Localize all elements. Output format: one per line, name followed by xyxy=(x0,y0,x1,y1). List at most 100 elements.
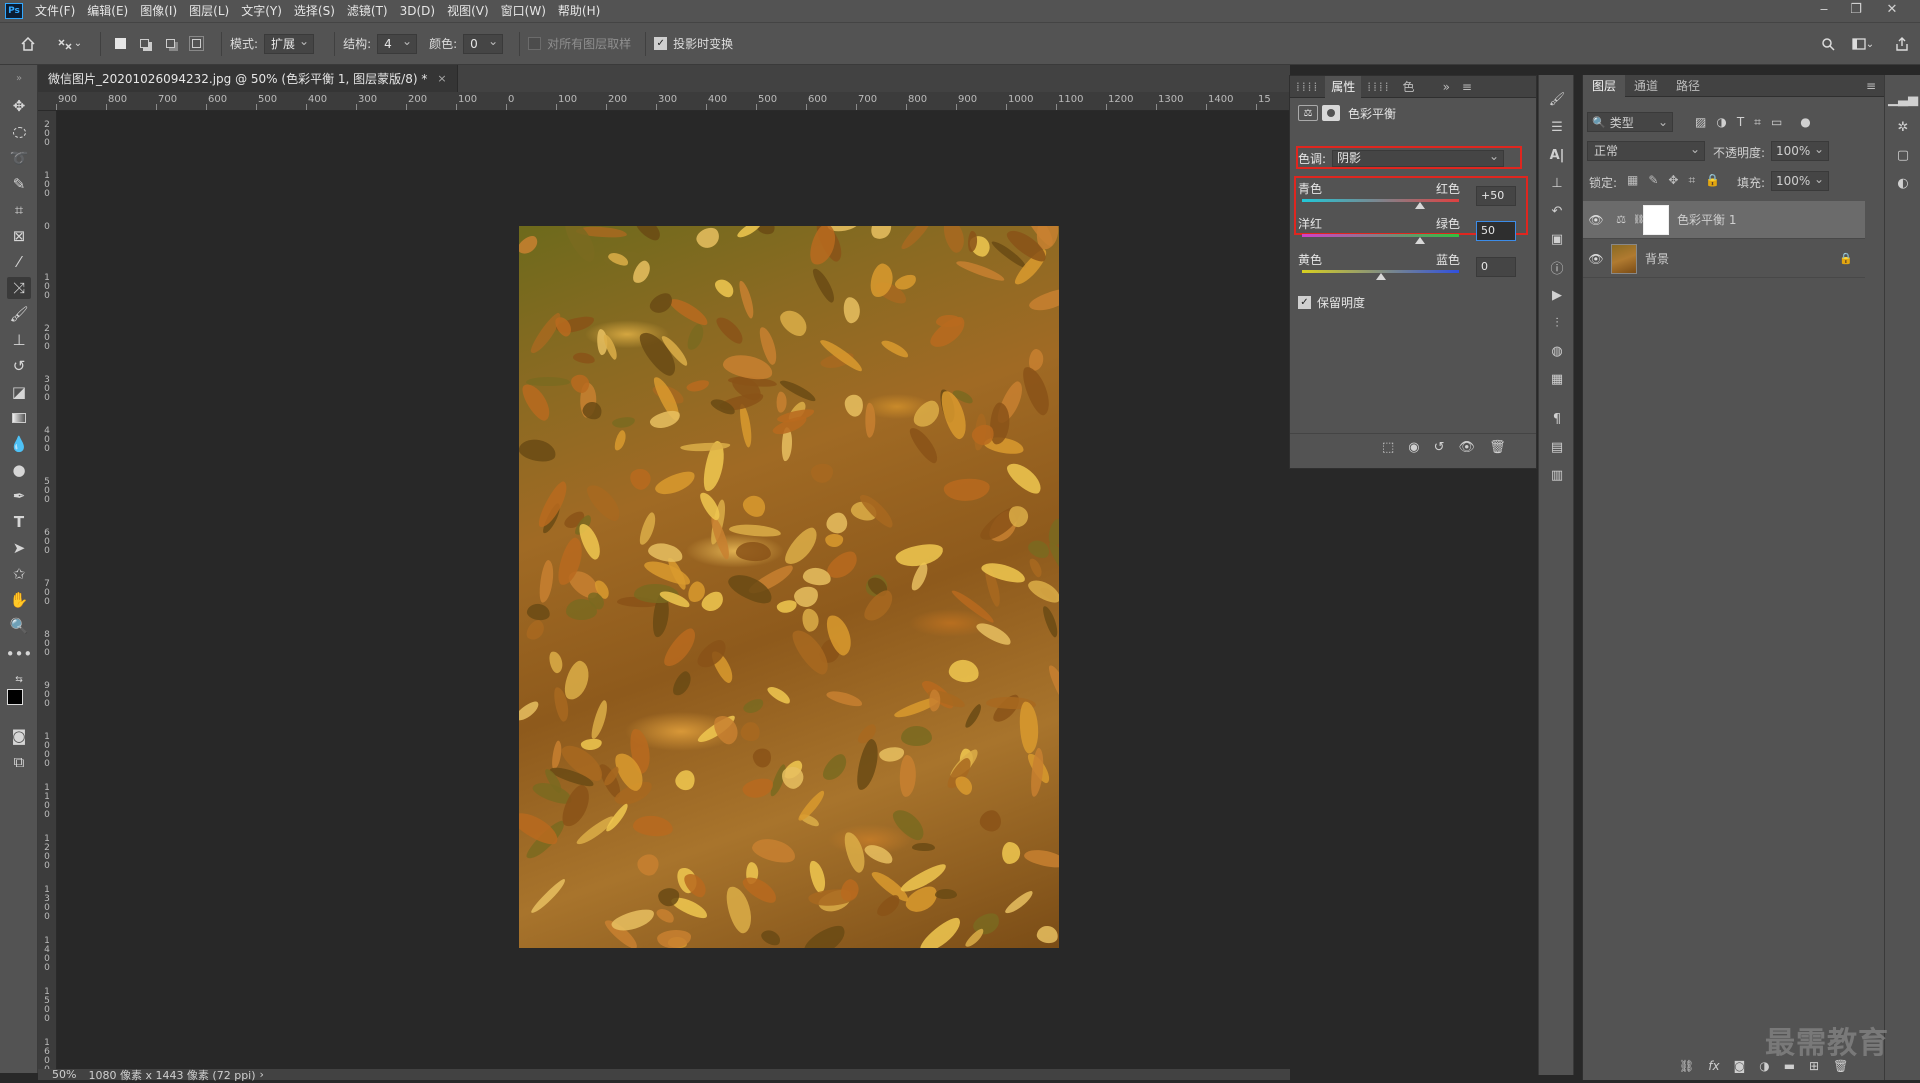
link-layers-icon[interactable]: ⛓ xyxy=(1679,1059,1694,1073)
lock-transparency-icon[interactable]: ▦ xyxy=(1627,173,1638,188)
libraries-icon[interactable]: ▣ xyxy=(1547,229,1567,249)
blend-mode-select[interactable]: 正常 ⌄ xyxy=(1587,141,1705,161)
lock-all-icon[interactable]: 🔒 xyxy=(1705,173,1720,188)
tab-layers[interactable]: 图层 xyxy=(1583,74,1626,97)
cyan-red-slider-track[interactable] xyxy=(1302,199,1459,202)
tab-properties[interactable]: 属性 xyxy=(1325,75,1362,98)
filter-toggle-icon[interactable]: ● xyxy=(1800,115,1810,130)
layer-name[interactable]: 色彩平衡 1 xyxy=(1677,211,1736,228)
menu-file[interactable]: 文件(F) xyxy=(29,0,81,22)
menu-3d[interactable]: 3D(D) xyxy=(394,0,441,22)
view-previous-icon[interactable]: ◉ xyxy=(1408,440,1419,455)
add-mask-icon[interactable]: ◙ xyxy=(1734,1059,1746,1073)
minimize-icon[interactable]: ‒ xyxy=(1810,0,1838,22)
collapsed-tabs-right-icon[interactable]: ⁞⁞⁞⁞ xyxy=(1361,76,1396,98)
eyedropper-tool-icon[interactable]: ⁄ xyxy=(7,251,31,273)
menu-layer[interactable]: 图层(L) xyxy=(183,0,235,22)
share-icon[interactable] xyxy=(1890,31,1914,57)
zoom-tool-icon[interactable]: 🔍 xyxy=(7,615,31,637)
layer-row-color-balance[interactable]: 👁 ⚖ ⛓ 色彩平衡 1 xyxy=(1583,201,1865,239)
zoom-level[interactable]: 50% xyxy=(52,1068,76,1081)
history-icon[interactable]: ↶ xyxy=(1547,201,1567,221)
layer-style-icon[interactable]: fx xyxy=(1708,1059,1719,1073)
clone-source-icon[interactable]: ⊥ xyxy=(1547,173,1567,193)
link-chain-icon[interactable]: ⛓ xyxy=(1633,215,1644,225)
quick-selection-tool-icon[interactable]: ✎ xyxy=(7,173,31,195)
preserve-luminosity-checkbox[interactable]: ✓ xyxy=(1298,296,1311,309)
lock-artboard-icon[interactable]: ⌗ xyxy=(1688,173,1695,188)
lock-position-icon[interactable]: ✥ xyxy=(1668,173,1678,188)
content-aware-move-tool-preset-icon[interactable]: ⌄ xyxy=(48,31,92,57)
paragraph-icon[interactable]: ¶ xyxy=(1547,409,1567,429)
paragraph-styles-icon[interactable]: ▤ xyxy=(1547,437,1567,457)
table-icon[interactable]: ▦ xyxy=(1547,369,1567,389)
document-canvas[interactable] xyxy=(57,111,1290,1069)
dodge-tool-icon[interactable]: ● xyxy=(7,459,31,481)
menu-filter[interactable]: 滤镜(T) xyxy=(341,0,394,22)
info-icon[interactable]: ⓘ xyxy=(1547,257,1567,277)
menu-help[interactable]: 帮助(H) xyxy=(552,0,606,22)
visibility-eye-icon[interactable]: 👁 xyxy=(1583,213,1609,227)
expand-panels-icon[interactable]: » xyxy=(1437,76,1456,98)
panel-menu-icon[interactable]: ≡ xyxy=(1456,76,1478,98)
quick-mask-icon[interactable]: ◙ xyxy=(7,725,31,747)
mode-select[interactable]: 扩展 xyxy=(264,32,315,54)
tone-select[interactable]: 阴影 ⌄ xyxy=(1332,149,1505,167)
workspace-icon[interactable]: ⌄ xyxy=(1848,31,1878,57)
filter-pixel-icon[interactable]: ▨ xyxy=(1695,115,1706,130)
tab-color[interactable]: 色 xyxy=(1397,76,1421,98)
layer-filter-select[interactable]: 🔍 类型 ⌄ xyxy=(1587,112,1673,132)
adjustments-icon[interactable]: ☰ xyxy=(1547,117,1567,137)
menu-window[interactable]: 窗口(W) xyxy=(495,0,552,22)
close-window-icon[interactable]: ✕ xyxy=(1878,0,1906,22)
opacity-input[interactable]: 100% ⌄ xyxy=(1771,141,1829,161)
brush-settings-icon[interactable]: 🖌 xyxy=(1547,89,1567,109)
menu-image[interactable]: 图像(I) xyxy=(134,0,183,22)
frame-tool-icon[interactable]: ⊠ xyxy=(7,225,31,247)
menu-edit[interactable]: 编辑(E) xyxy=(81,0,134,22)
color-wheel-icon[interactable]: ◐ xyxy=(1893,173,1913,193)
swatches-icon[interactable]: ▢ xyxy=(1893,145,1913,165)
magenta-green-slider-track[interactable] xyxy=(1302,234,1459,237)
add-to-selection-icon[interactable] xyxy=(131,31,157,57)
collapsed-tabs-left-icon[interactable]: ⁞⁞⁞⁞ xyxy=(1290,76,1325,98)
foreground-color-swatch[interactable] xyxy=(7,689,23,705)
sample-all-layers-checkbox[interactable] xyxy=(528,37,542,50)
gradient-tool-icon[interactable] xyxy=(7,407,31,429)
reset-icon[interactable]: ↺ xyxy=(1434,440,1445,455)
new-selection-icon[interactable] xyxy=(109,31,131,57)
lock-pixels-icon[interactable]: ✎ xyxy=(1648,173,1658,188)
path-selection-tool-icon[interactable]: ➤ xyxy=(7,537,31,559)
status-menu-icon[interactable]: › xyxy=(260,1068,264,1081)
content-aware-move-tool-icon[interactable]: ⤨ xyxy=(7,277,31,299)
leaves-photo[interactable] xyxy=(519,226,1059,948)
crop-tool-icon[interactable]: ⌗ xyxy=(7,199,31,221)
delete-adjustment-icon[interactable]: 🗑 xyxy=(1489,440,1506,455)
visibility-toggle-icon[interactable]: 👁 xyxy=(1459,440,1476,455)
fill-input[interactable]: 100% ⌄ xyxy=(1771,171,1829,191)
edit-toolbar-icon[interactable]: ••• xyxy=(6,643,33,665)
layers-menu-icon[interactable]: ≡ xyxy=(1857,75,1885,97)
histogram-icon[interactable]: ▁▃▅ xyxy=(1888,89,1918,109)
actions-play-icon[interactable]: ▶ xyxy=(1547,285,1567,305)
eraser-tool-icon[interactable]: ◪ xyxy=(7,381,31,403)
character-icon[interactable]: A| xyxy=(1547,145,1567,165)
menu-view[interactable]: 视图(V) xyxy=(441,0,495,22)
layer-thumbnail[interactable] xyxy=(1611,243,1637,274)
yellow-blue-slider-thumb[interactable] xyxy=(1375,273,1386,280)
swap-colors-icon[interactable]: ⇆ xyxy=(7,669,31,691)
hand-tool-icon[interactable]: ✋ xyxy=(7,589,31,611)
clone-stamp-tool-icon[interactable]: ⊥ xyxy=(7,329,31,351)
history-brush-tool-icon[interactable]: ↺ xyxy=(7,355,31,377)
blur-tool-icon[interactable]: 💧 xyxy=(7,433,31,455)
filter-shape-icon[interactable]: ⌗ xyxy=(1754,115,1761,130)
menu-select[interactable]: 选择(S) xyxy=(288,0,341,22)
color-input[interactable]: 0 xyxy=(463,32,504,54)
menu-type[interactable]: 文字(Y) xyxy=(235,0,288,22)
navigator-icon[interactable]: ✲ xyxy=(1893,117,1913,137)
intersect-selection-icon[interactable] xyxy=(183,31,209,57)
tab-paths[interactable]: 路径 xyxy=(1667,75,1709,97)
move-tool-icon[interactable]: ✥ xyxy=(7,95,31,117)
layer-row-background[interactable]: 👁 背景 🔒 xyxy=(1583,240,1865,278)
notes-icon[interactable]: ▥ xyxy=(1547,465,1567,485)
